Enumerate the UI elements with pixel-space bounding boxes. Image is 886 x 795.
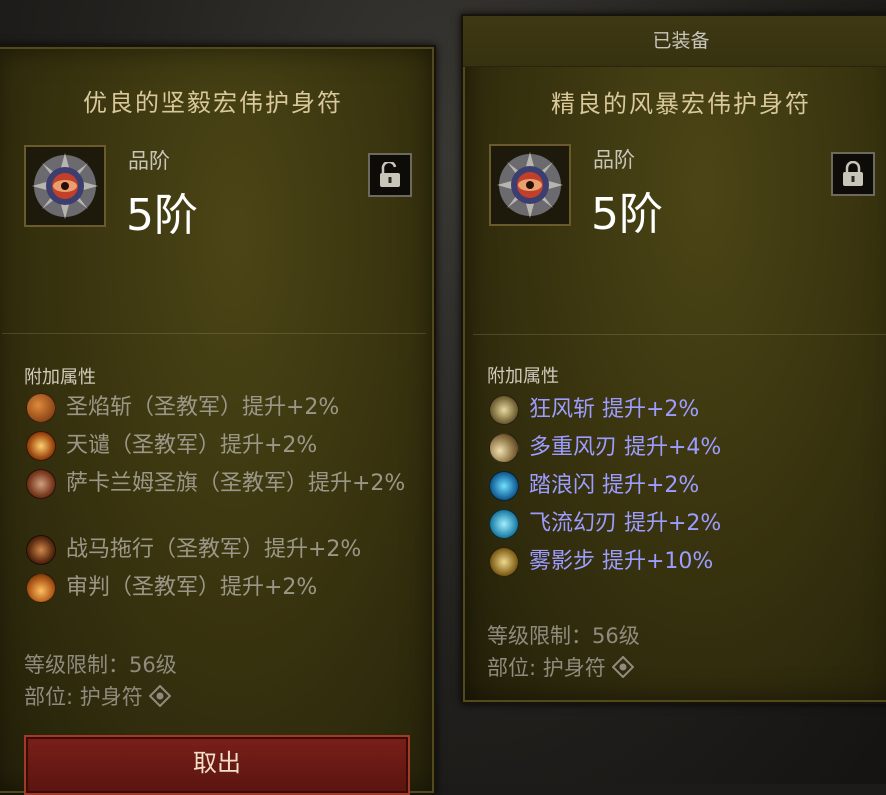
rank-value: 5阶	[126, 190, 198, 241]
affix-text: 多重风刃 提升+4%	[529, 435, 722, 460]
level-requirement: 等级限制：56级	[24, 653, 177, 677]
list-item: 踏浪闪 提升+2%	[489, 471, 879, 511]
affix-header: 附加属性	[487, 366, 559, 387]
affix-header: 附加属性	[24, 367, 96, 388]
divider	[473, 334, 886, 335]
list-item: 圣焰斩（圣教军）提升+2%	[26, 393, 406, 433]
equipped-banner: 已装备	[463, 16, 886, 67]
affix-list: 圣焰斩（圣教军）提升+2% 天谴（圣教军）提升+2% 萨卡兰姆圣旗（圣教军）提升…	[26, 393, 406, 613]
wave-dash-icon	[489, 471, 519, 501]
unlocked-padlock-icon	[380, 162, 400, 187]
locked-padlock-icon	[843, 161, 863, 186]
slot-text: 部位: 护身符	[24, 685, 143, 709]
affix-text: 萨卡兰姆圣旗（圣教军）提升+2%	[66, 471, 406, 496]
amulet-slot-icon	[148, 685, 171, 707]
amulet-slot-icon	[611, 656, 634, 678]
slot-info: 部位: 护身符	[24, 681, 171, 711]
list-item: 雾影步 提升+10%	[489, 547, 879, 587]
level-requirement: 等级限制：56级	[487, 624, 640, 648]
affix-text: 雾影步 提升+10%	[529, 549, 714, 574]
gale-slash-icon	[489, 395, 519, 425]
list-item: 战马拖行（圣教军）提升+2%	[26, 535, 406, 575]
banner-icon	[26, 469, 56, 499]
amulet-icon	[24, 145, 106, 227]
amulet-icon	[489, 144, 571, 226]
judgment-icon	[26, 573, 56, 603]
item-tooltip-right: 已装备 精良的风暴宏伟护身符 品阶 5阶 附加属性 狂风斩 提升+2% 多重风刃…	[461, 14, 886, 704]
heavens-fury-icon	[26, 431, 56, 461]
slot-info: 部位: 护身符	[487, 652, 634, 682]
lock-button[interactable]	[831, 152, 875, 196]
affix-text: 战马拖行（圣教军）提升+2%	[66, 537, 362, 562]
item-title: 精良的风暴宏伟护身符	[551, 90, 811, 118]
rank-label: 品阶	[593, 148, 635, 172]
rank-value: 5阶	[591, 189, 663, 240]
flowing-blade-icon	[489, 509, 519, 539]
list-item: 审判（圣教军）提升+2%	[26, 573, 406, 613]
list-item: 飞流幻刃 提升+2%	[489, 509, 879, 549]
item-title: 优良的坚毅宏伟护身符	[83, 89, 343, 117]
multi-blade-icon	[489, 433, 519, 463]
list-item: 狂风斩 提升+2%	[489, 395, 879, 435]
affix-text: 飞流幻刃 提升+2%	[529, 511, 722, 536]
list-item: 萨卡兰姆圣旗（圣教军）提升+2%	[26, 469, 406, 537]
affix-text: 踏浪闪 提升+2%	[529, 473, 700, 498]
divider	[2, 333, 426, 334]
mist-step-icon	[489, 547, 519, 577]
affix-list: 狂风斩 提升+2% 多重风刃 提升+4% 踏浪闪 提升+2% 飞流幻刃 提升+2…	[489, 395, 879, 587]
steed-charge-icon	[26, 535, 56, 565]
slot-text: 部位: 护身符	[487, 656, 606, 680]
affix-text: 圣焰斩（圣教军）提升+2%	[66, 395, 340, 420]
affix-text: 审判（圣教军）提升+2%	[66, 575, 318, 600]
take-out-button[interactable]: 取出	[24, 735, 410, 795]
item-tooltip-left: 优良的坚毅宏伟护身符 品阶 5阶 附加属性 圣焰斩（圣教军）提升+2% 天谴（圣…	[0, 45, 436, 795]
list-item: 多重风刃 提升+4%	[489, 433, 879, 473]
flame-slash-icon	[26, 393, 56, 423]
list-item: 天谴（圣教军）提升+2%	[26, 431, 406, 471]
affix-text: 天谴（圣教军）提升+2%	[66, 433, 318, 458]
unlock-button[interactable]	[368, 153, 412, 197]
rank-label: 品阶	[128, 149, 170, 173]
affix-text: 狂风斩 提升+2%	[529, 397, 700, 422]
